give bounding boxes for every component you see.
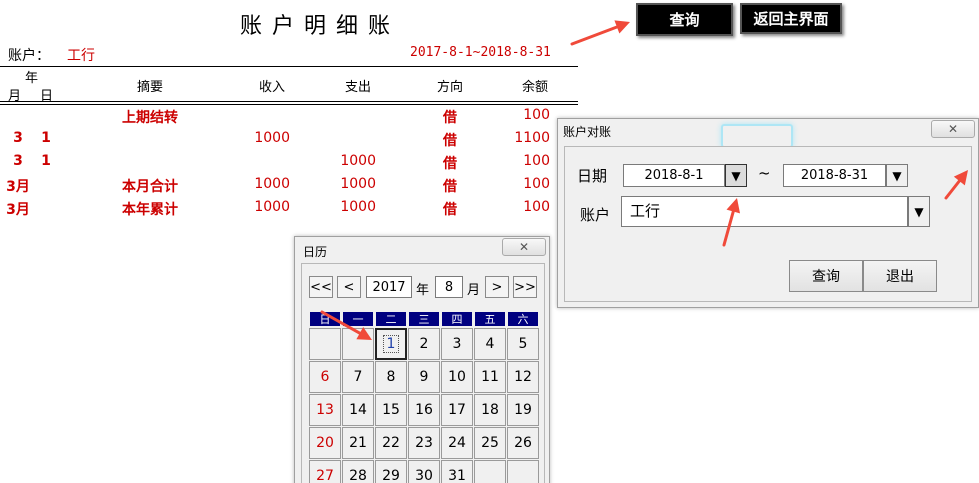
annotation-arrows: [320, 20, 968, 340]
annotation-arrow-head: [726, 198, 741, 214]
annotation-arrow-shaft: [320, 310, 362, 335]
annotation-arrow-shaft: [944, 179, 961, 200]
annotation-arrow-shaft: [570, 25, 619, 46]
annotation-arrow-shaft: [722, 209, 735, 247]
